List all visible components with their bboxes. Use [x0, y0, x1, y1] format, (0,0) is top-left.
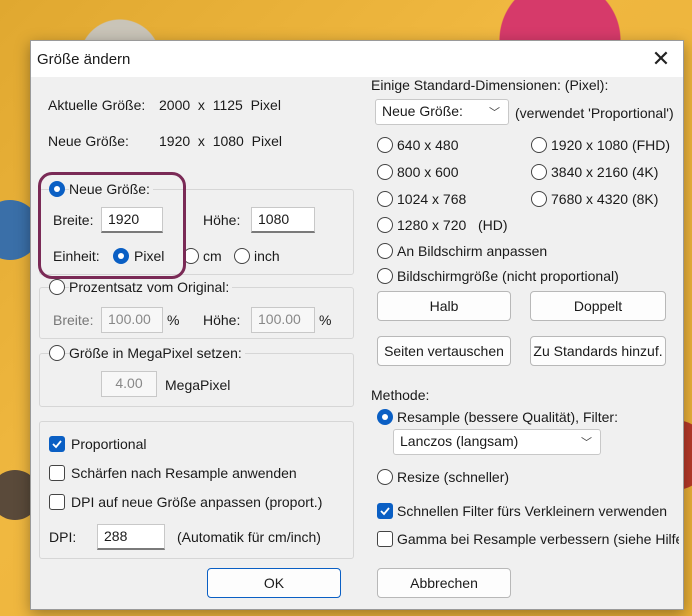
megapixel-group-label: Größe in MegaPixel setzen: — [69, 345, 245, 361]
radio-1280x720[interactable] — [377, 217, 393, 233]
label-7680x4320: 7680 x 4320 (8K) — [551, 191, 659, 207]
gamma-label: Gamma bei Resample verbessern (siehe Hil… — [397, 531, 679, 547]
ok-button[interactable]: OK — [207, 568, 341, 598]
label-screen-size: Bildschirmgröße (nicht proportional) — [397, 268, 619, 284]
height-label: Höhe: — [203, 212, 241, 228]
check-icon — [52, 440, 62, 449]
chevron-down-icon: ﹀ — [581, 437, 592, 449]
megapixel-radio[interactable] — [49, 345, 65, 361]
double-button[interactable]: Doppelt — [530, 291, 666, 321]
chevron-down-icon: ﹀ — [489, 107, 500, 119]
method-group-label: Methode: — [371, 387, 430, 403]
percent-width-input[interactable]: 100.00 — [101, 307, 163, 333]
current-size-label: Aktuelle Größe: — [48, 97, 146, 113]
height-input[interactable]: 1080 — [251, 207, 315, 233]
percent-width-label: Breite: — [53, 312, 94, 328]
filter-select-value: Lanczos (langsam) — [400, 433, 519, 449]
label-1024x768: 1024 x 768 — [397, 191, 467, 207]
standard-select-note: (verwendet 'Proportional') — [515, 105, 674, 121]
megapixel-unit: MegaPixel — [165, 377, 231, 393]
sharpen-checkbox[interactable] — [49, 465, 65, 481]
fast-filter-checkbox[interactable] — [377, 503, 393, 519]
dpi-label: DPI: — [49, 529, 77, 545]
close-icon[interactable]: ✕ — [647, 45, 675, 73]
dpi-adjust-checkbox[interactable] — [49, 494, 65, 510]
standard-group-label: Einige Standard-Dimensionen: (Pixel): — [371, 77, 609, 93]
unit-cm-label: cm — [203, 248, 222, 264]
percent-height-input[interactable]: 100.00 — [251, 307, 315, 333]
dpi-note: (Automatik für cm/inch) — [177, 529, 321, 545]
radio-7680x4320[interactable] — [531, 191, 547, 207]
resize-label: Resize (schneller) — [397, 469, 510, 485]
dialog-title: Größe ändern — [37, 51, 131, 68]
radio-1920x1080[interactable] — [531, 137, 547, 153]
resample-label: Resample (bessere Qualität), Filter: — [397, 409, 618, 425]
dpi-adjust-label: DPI auf neue Größe anpassen (proport.) — [71, 494, 323, 510]
standard-select[interactable]: Neue Größe: ﹀ — [375, 99, 509, 125]
percent-width-unit: % — [167, 312, 180, 328]
new-size-value: 1920 x 1080 Pixel — [159, 133, 282, 149]
proportional-label: Proportional — [71, 436, 147, 452]
current-size-value: 2000 x 1125 Pixel — [159, 97, 281, 113]
swap-sides-button[interactable]: Seiten vertauschen — [377, 336, 511, 366]
add-to-standards-button[interactable]: Zu Standards hinzuf. — [530, 336, 666, 366]
resize-radio[interactable] — [377, 469, 393, 485]
radio-800x600[interactable] — [377, 164, 393, 180]
label-1280x720: 1280 x 720 (HD) — [397, 217, 508, 233]
label-640x480: 640 x 480 — [397, 137, 459, 153]
gamma-checkbox[interactable] — [377, 531, 393, 547]
new-size-label: Neue Größe: — [48, 133, 129, 149]
label-800x600: 800 x 600 — [397, 164, 459, 180]
percent-radio[interactable] — [49, 279, 65, 295]
unit-inch-radio[interactable] — [234, 248, 250, 264]
megapixel-input[interactable]: 4.00 — [101, 371, 157, 397]
fast-filter-label: Schnellen Filter fürs Verkleinern verwen… — [397, 503, 668, 519]
radio-640x480[interactable] — [377, 137, 393, 153]
proportional-checkbox[interactable] — [49, 436, 65, 452]
standard-select-value: Neue Größe: — [382, 103, 463, 119]
resample-radio[interactable] — [377, 409, 393, 425]
check-icon — [380, 507, 390, 516]
dpi-input[interactable]: 288 — [97, 524, 165, 550]
radio-1024x768[interactable] — [377, 191, 393, 207]
resize-dialog: Größe ändern ✕ Aktuelle Größe: 2000 x 11… — [30, 40, 684, 610]
highlight-frame — [38, 172, 186, 279]
label-1920x1080: 1920 x 1080 (FHD) — [551, 137, 671, 153]
radio-fit-screen[interactable] — [377, 243, 393, 259]
percent-height-label: Höhe: — [203, 312, 241, 328]
radio-screen-size[interactable] — [377, 268, 393, 284]
radio-3840x2160[interactable] — [531, 164, 547, 180]
percent-group-label: Prozentsatz vom Original: — [69, 279, 233, 295]
label-3840x2160: 3840 x 2160 (4K) — [551, 164, 659, 180]
unit-inch-label: inch — [254, 248, 280, 264]
half-button[interactable]: Halb — [377, 291, 511, 321]
percent-height-unit: % — [319, 312, 332, 328]
dialog-titlebar: Größe ändern ✕ — [31, 41, 683, 77]
cancel-button[interactable]: Abbrechen — [377, 568, 511, 598]
sharpen-label: Schärfen nach Resample anwenden — [71, 465, 297, 481]
filter-select[interactable]: Lanczos (langsam) ﹀ — [393, 429, 601, 455]
label-fit-screen: An Bildschirm anpassen — [397, 243, 548, 259]
